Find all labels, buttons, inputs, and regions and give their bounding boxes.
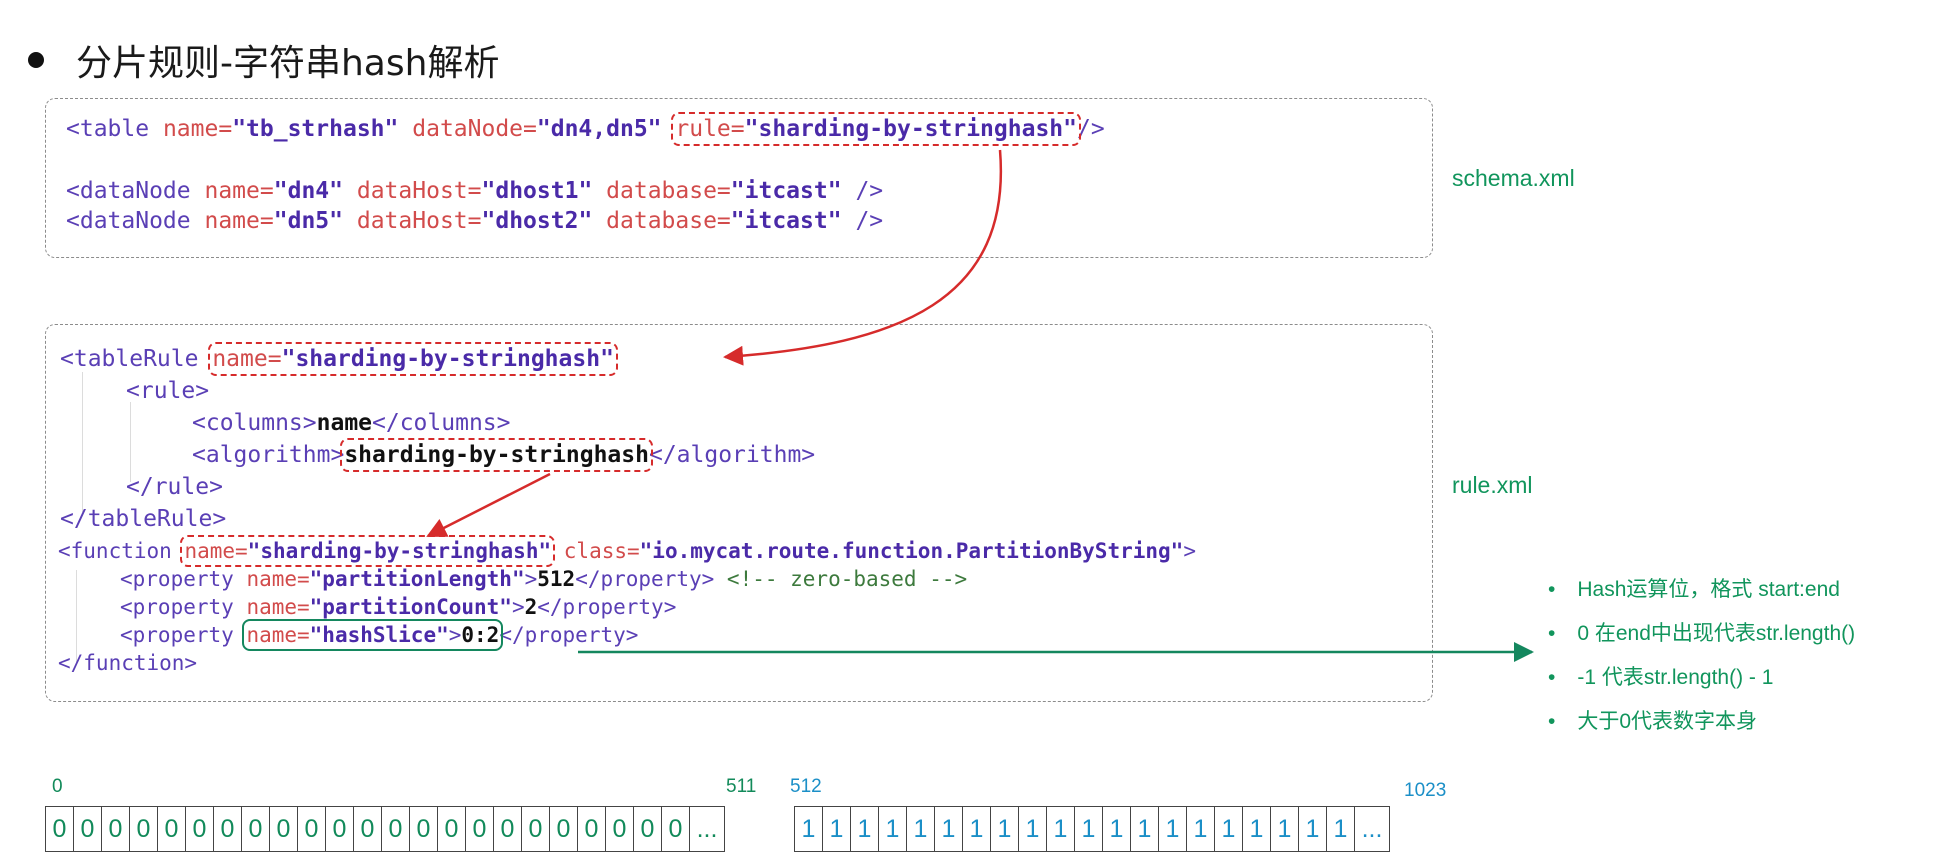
arrow-rule-to-tablerule [723,149,1003,366]
arrow-algorithm-to-function [426,472,551,538]
connector-arrows [426,149,1534,662]
